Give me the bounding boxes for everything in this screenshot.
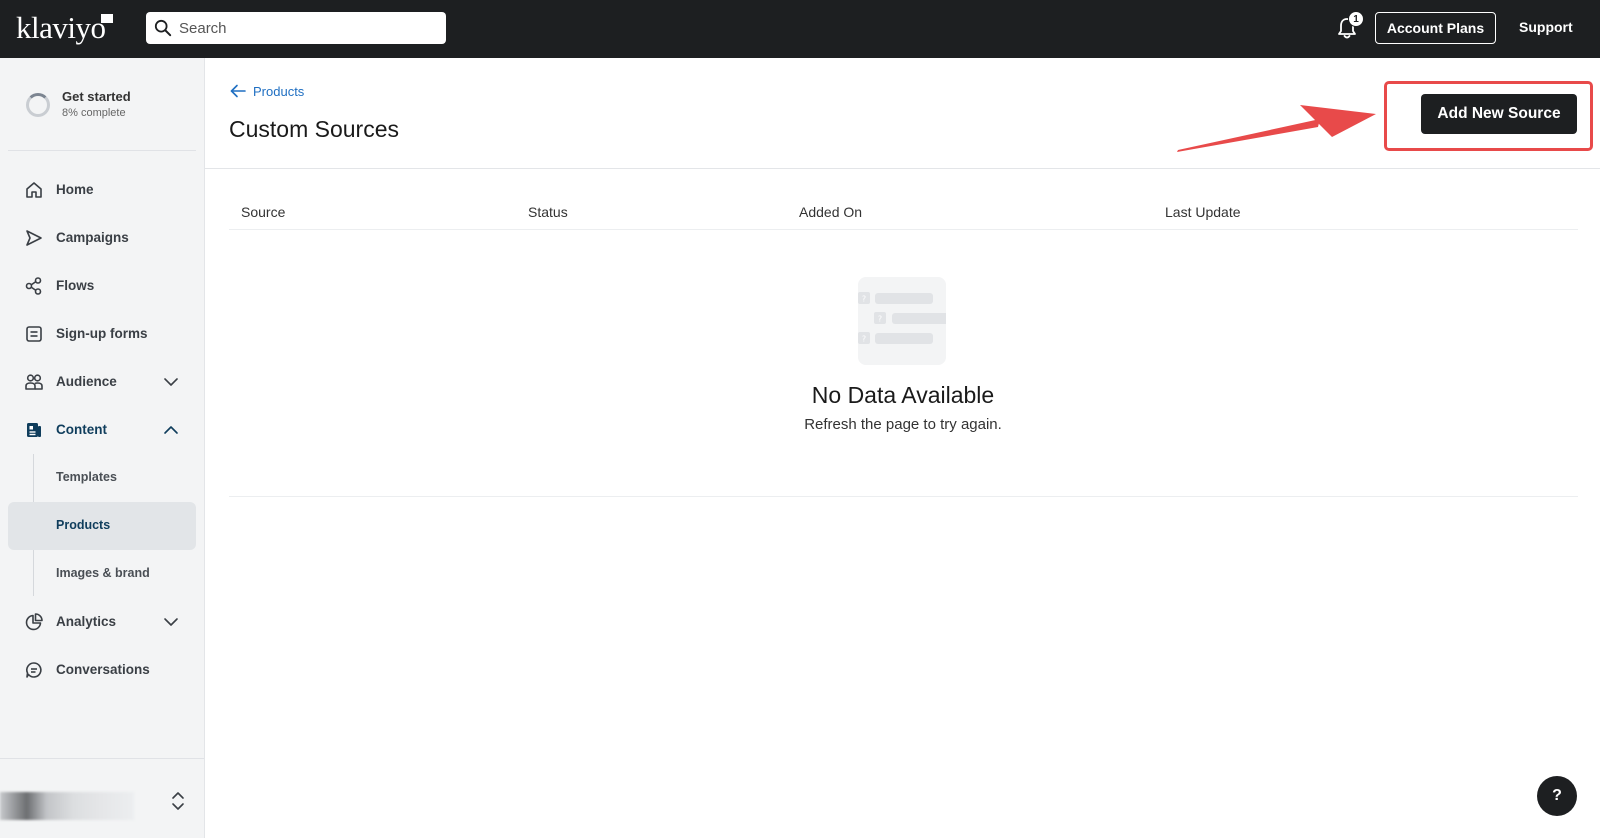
sidebar-item-analytics[interactable]: Analytics	[8, 602, 196, 642]
sidebar-subitem-templates[interactable]: Templates	[8, 454, 196, 502]
annotation-arrow-icon	[1177, 105, 1376, 152]
sidebar: Get started 8% complete Home Campaigns F…	[0, 58, 205, 838]
form-icon	[26, 326, 42, 342]
sidebar-item-label: Conversations	[56, 662, 150, 677]
chevron-up-down-icon[interactable]	[170, 788, 186, 814]
sidebar-subitem-products[interactable]: Products	[8, 502, 196, 550]
svg-text:?: ?	[862, 295, 866, 304]
sidebar-item-label: Audience	[56, 374, 117, 389]
column-header-source[interactable]: Source	[241, 204, 285, 220]
column-header-status[interactable]: Status	[528, 204, 568, 220]
sidebar-item-signup-forms[interactable]: Sign-up forms	[8, 314, 196, 354]
klaviyo-logo[interactable]: klaviyo	[16, 10, 106, 46]
sidebar-item-label: Flows	[56, 278, 95, 293]
support-link[interactable]: Support	[1519, 19, 1573, 35]
empty-state-subtitle: Refresh the page to try again.	[804, 416, 1002, 433]
sidebar-item-conversations[interactable]: Conversations	[8, 650, 196, 690]
account-switcher-avatar[interactable]	[0, 792, 134, 820]
column-header-added-on[interactable]: Added On	[799, 204, 862, 220]
svg-text:?: ?	[862, 335, 866, 344]
chat-icon	[26, 662, 42, 678]
column-header-last-update[interactable]: Last Update	[1165, 204, 1241, 220]
users-icon	[25, 374, 43, 390]
account-plans-button[interactable]: Account Plans	[1375, 12, 1496, 44]
home-icon	[26, 182, 42, 198]
sidebar-subitem-label: Templates	[56, 470, 117, 484]
top-bar: klaviyo 1 Account Plans Support	[0, 0, 1600, 58]
sidebar-item-label: Content	[56, 422, 107, 437]
chevron-down-icon[interactable]	[163, 374, 179, 390]
chevron-up-icon[interactable]	[163, 422, 179, 438]
empty-list-icon: ? ? ?	[858, 277, 946, 365]
sidebar-item-label: Home	[56, 182, 94, 197]
progress-ring-icon	[26, 93, 50, 117]
table-bottom-divider	[229, 496, 1578, 497]
back-link-label: Products	[253, 83, 305, 99]
svg-text:?: ?	[878, 315, 882, 324]
back-link[interactable]: Products	[229, 82, 304, 100]
content-icon	[27, 423, 41, 437]
sidebar-item-content[interactable]: Content	[8, 410, 196, 450]
sidebar-item-label: Sign-up forms	[56, 326, 148, 341]
table-header-divider	[229, 229, 1578, 230]
sidebar-bottom-divider	[0, 758, 204, 759]
sidebar-item-campaigns[interactable]: Campaigns	[8, 218, 196, 258]
page-title: Custom Sources	[229, 116, 400, 142]
arrow-left-icon	[230, 84, 246, 98]
search-icon	[154, 19, 172, 37]
get-started-title[interactable]: Get started	[62, 89, 131, 104]
sidebar-item-label: Analytics	[56, 614, 117, 629]
sidebar-item-label: Campaigns	[56, 230, 129, 245]
get-started-progress: 8% complete	[62, 107, 126, 119]
add-new-source-button[interactable]: Add New Source	[1421, 94, 1577, 134]
logo-flag-icon	[101, 14, 113, 23]
search-box[interactable]	[146, 12, 446, 44]
sidebar-item-home[interactable]: Home	[8, 170, 196, 210]
search-input[interactable]	[179, 19, 429, 37]
help-button[interactable]: ?	[1537, 776, 1577, 816]
chevron-down-icon[interactable]	[163, 614, 179, 630]
sidebar-subitem-images-brand[interactable]: Images & brand	[8, 550, 196, 598]
flows-icon	[25, 277, 42, 295]
notification-badge: 1	[1348, 11, 1364, 27]
pie-chart-icon	[25, 613, 43, 631]
sidebar-divider	[8, 150, 196, 151]
sidebar-subitem-label: Images & brand	[56, 566, 150, 580]
send-icon	[26, 230, 42, 246]
sidebar-item-flows[interactable]: Flows	[8, 266, 196, 306]
empty-state-title: No Data Available	[811, 382, 995, 408]
sidebar-item-audience[interactable]: Audience	[8, 362, 196, 402]
header-divider	[205, 168, 1600, 169]
sidebar-subitem-label: Products	[56, 518, 111, 532]
